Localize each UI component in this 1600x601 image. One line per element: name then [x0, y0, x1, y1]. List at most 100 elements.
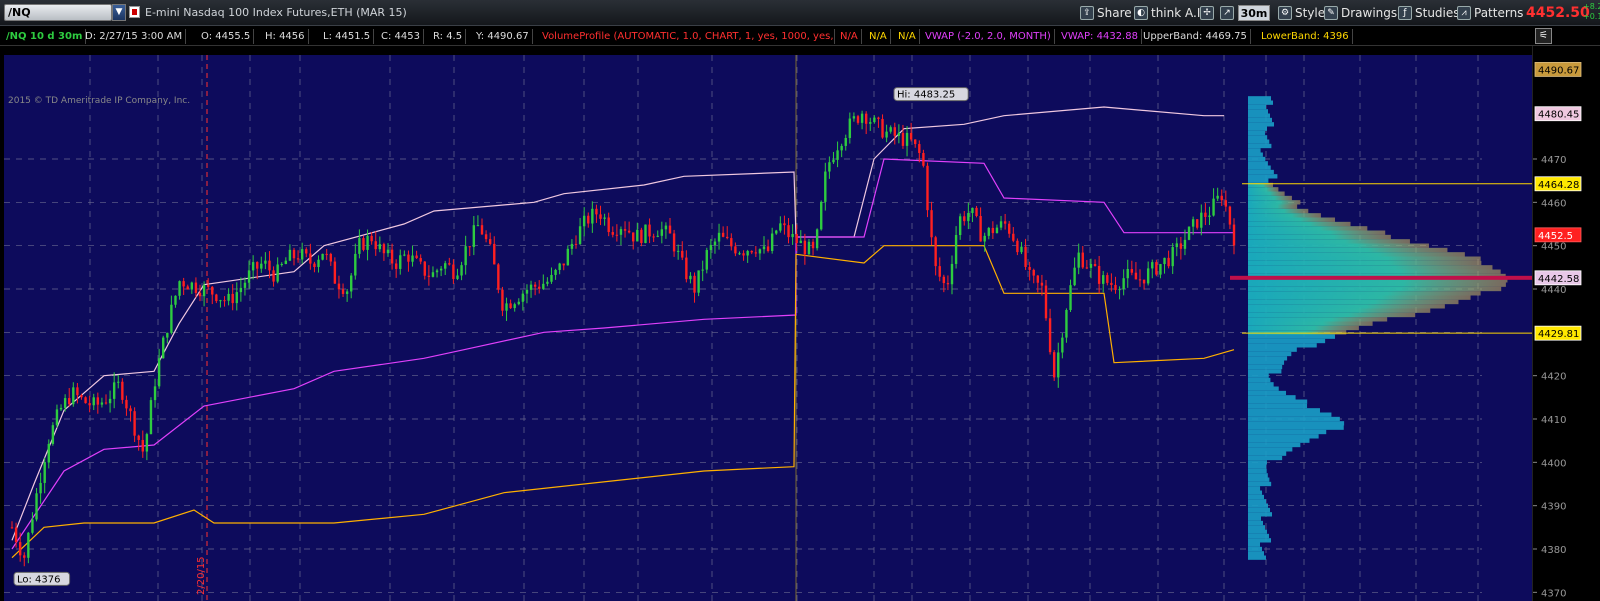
candle-body [1024, 246, 1027, 267]
volume-profile-study-label[interactable]: VolumeProfile (AUTOMATIC, 1.0, CHART, 1,… [539, 29, 835, 44]
volume-profile-bar [1248, 399, 1308, 404]
volume-profile-bar [1248, 174, 1278, 179]
share-icon: ⇪ [1080, 5, 1094, 20]
candle-body [918, 144, 921, 153]
candle-body [309, 253, 312, 264]
candle-body [366, 235, 369, 250]
candle-body [96, 397, 100, 405]
volume-profile-bar [1248, 395, 1296, 400]
axis-tick-label: 4420 [1541, 372, 1566, 383]
patterns-button[interactable]: ⩘ Patterns [1453, 3, 1527, 22]
volume-profile-bar [1248, 187, 1279, 192]
candle-body [934, 237, 937, 267]
candle-body [92, 397, 95, 406]
candle-body [746, 251, 749, 256]
candle-body [582, 215, 586, 227]
volume-profile-bar [1248, 382, 1274, 387]
drawings-label: Drawings [1341, 5, 1398, 20]
axis-price-label: 4429.81 [1538, 329, 1579, 340]
candle-body [1159, 264, 1162, 275]
candle-body [117, 381, 120, 383]
volume-profile-bar [1248, 200, 1301, 205]
candle-body [427, 275, 431, 277]
candle-body [938, 266, 941, 277]
volume-profile-bar [1248, 256, 1481, 261]
price-axis[interactable]: 4470 4460 4450 4440 4420 4410 4400 4390 4380 4370… [1532, 46, 1600, 601]
candle-body [648, 224, 651, 237]
volume-profile-bar [1248, 312, 1416, 318]
volume-profile-bar [1248, 542, 1260, 547]
candle-body [141, 439, 144, 452]
candle-body [47, 443, 50, 463]
symbol-link-flag-icon[interactable] [129, 6, 140, 18]
candle-body [901, 132, 905, 146]
candle-body [235, 292, 238, 304]
symbol-dropdown-button[interactable]: ▼ [112, 4, 126, 21]
volume-profile-bar [1248, 169, 1274, 175]
candle-body [190, 282, 194, 290]
candle-body [55, 409, 59, 426]
candle-body [386, 249, 390, 254]
candle-body [599, 214, 602, 219]
share-button[interactable]: ⇪ Share [1076, 3, 1136, 22]
volume-profile-bar [1248, 208, 1309, 214]
candle-body [153, 386, 157, 401]
candle-body [1114, 284, 1117, 290]
pointer-tool-button[interactable]: ↗ [1216, 3, 1238, 22]
drawings-button[interactable]: ✎ Drawings [1320, 3, 1401, 22]
candle-body [1044, 285, 1048, 319]
candle-body [362, 238, 365, 250]
drawings-icon: ✎ [1324, 5, 1338, 20]
candle-body [31, 519, 34, 533]
candle-body [35, 493, 38, 520]
volume-profile-bar [1248, 178, 1269, 183]
chart-area[interactable]: 2/20/15 Hi: 4483.25 Lo: 4376 2015 © TD Am… [0, 46, 1600, 601]
candle-body [983, 235, 986, 242]
candle-body [701, 269, 704, 271]
candle-body [435, 270, 439, 273]
candle-body [382, 244, 386, 254]
candle-body [533, 284, 537, 287]
symbol-period-label[interactable]: /NQ 10 d 30m [3, 29, 87, 44]
candle-body [509, 303, 512, 309]
candle-body [1212, 198, 1215, 216]
volume-profile-bar [1248, 139, 1270, 144]
crosshair-tool-button[interactable]: ✢ [1196, 3, 1218, 22]
candle-body [296, 258, 300, 260]
symbol-input[interactable]: /NQ [4, 4, 112, 21]
candle-body [840, 145, 843, 151]
timeframe-button[interactable]: 30m [1238, 5, 1270, 21]
candle-body [1146, 268, 1150, 284]
candle-body [685, 257, 688, 280]
candle-body [162, 337, 165, 359]
candle-body [1081, 252, 1084, 268]
candle-body [456, 275, 459, 279]
candle-body [595, 208, 598, 215]
candle-body [942, 276, 946, 284]
candle-body [619, 229, 623, 235]
candle-body [166, 332, 169, 338]
candle-body [149, 400, 153, 435]
chart-settings-icon[interactable]: ⚟ [1535, 28, 1552, 44]
candle-body [914, 139, 917, 145]
candle-body [72, 387, 75, 405]
candle-body [211, 286, 214, 295]
volume-profile-bar [1248, 191, 1285, 196]
volume-profile-bar [1248, 96, 1271, 101]
candle-body [734, 246, 737, 254]
candle-body [693, 275, 696, 293]
candle-body [403, 254, 406, 256]
vwap-study-label[interactable]: VWAP (-2.0, 2.0, MONTH) [922, 29, 1055, 44]
candle-body [157, 358, 161, 387]
volume-profile-bar [1248, 520, 1263, 526]
candle-body [750, 251, 753, 253]
candle-body [640, 229, 643, 244]
candle-body [1167, 257, 1170, 267]
price-plot[interactable]: 2/20/15 Hi: 4483.25 Lo: 4376 [4, 55, 1532, 601]
candle-body [987, 227, 990, 236]
candle-body [881, 118, 884, 138]
volume-profile-bar [1248, 546, 1262, 552]
bar-high: H: 4456 [262, 29, 309, 44]
candle-body [636, 229, 639, 242]
candle-body [14, 527, 18, 543]
